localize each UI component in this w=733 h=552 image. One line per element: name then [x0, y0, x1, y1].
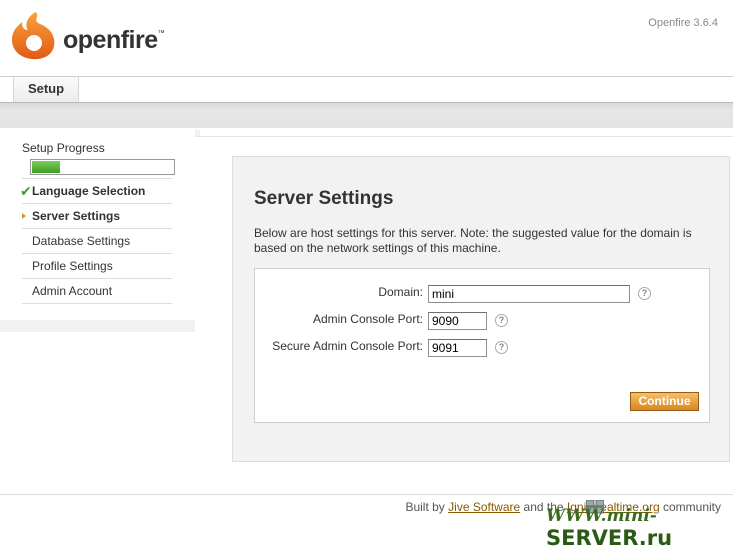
sidebar-item-label: Language Selection	[32, 184, 146, 198]
watermark-suffix: SERVER.ru	[546, 526, 673, 550]
tab-bar: Setup	[0, 76, 733, 103]
admin-port-help-icon[interactable]: ?	[495, 314, 508, 327]
secure-port-help-icon[interactable]: ?	[495, 341, 508, 354]
setup-progress-fill	[32, 161, 60, 173]
page-title: Server Settings	[254, 188, 394, 209]
sidebar-divider	[22, 303, 172, 304]
jive-software-link[interactable]: Jive Software	[448, 500, 520, 514]
header: openfire™ Openfire 3.6.4	[0, 0, 733, 76]
domain-input[interactable]	[428, 285, 630, 303]
footer-built-by: Built by	[405, 500, 445, 514]
sidebar-item-server-settings: Server Settings	[22, 204, 172, 228]
settings-form: Domain: ? Admin Console Port: ? Secure A…	[254, 268, 710, 423]
setup-progress-bar	[30, 159, 175, 175]
secure-port-label: Secure Admin Console Port:	[272, 339, 423, 353]
domain-label: Domain:	[378, 285, 423, 299]
sidebar-item-language-selection: ✔ Language Selection	[20, 179, 172, 203]
sub-tab-bar	[0, 102, 733, 128]
version-label: Openfire 3.6.4	[648, 17, 718, 29]
domain-help-icon[interactable]: ?	[638, 287, 651, 300]
setup-progress-title: Setup Progress	[22, 141, 105, 155]
sidebar-item-admin-account: Admin Account	[22, 279, 172, 303]
logo-wordmark: openfire™	[63, 26, 165, 54]
server-settings-panel: Server Settings Below are host settings …	[232, 156, 730, 462]
sidebar-item-label: Database Settings	[32, 234, 131, 248]
admin-port-label: Admin Console Port:	[312, 312, 423, 326]
admin-port-input[interactable]	[428, 312, 487, 330]
footer-divider	[0, 494, 733, 495]
tab-setup[interactable]: Setup	[13, 77, 79, 103]
sidebar-item-profile-settings: Profile Settings	[22, 254, 172, 278]
continue-button[interactable]: Continue	[630, 392, 699, 411]
sidebar-item-label: Server Settings	[32, 209, 121, 223]
watermark: WWW.mini-SERVER.ru	[546, 506, 733, 550]
sidebar: Setup Progress ✔ Language Selection Serv…	[0, 130, 200, 332]
watermark-prefix: WWW.mini-	[546, 506, 657, 526]
openfire-logo-icon	[12, 12, 55, 60]
current-step-arrow-icon	[22, 213, 26, 219]
sidebar-panel: Setup Progress ✔ Language Selection Serv…	[0, 130, 195, 320]
secure-port-input[interactable]	[428, 339, 487, 357]
page-description: Below are host settings for this server.…	[254, 226, 692, 255]
sidebar-item-label: Profile Settings	[32, 259, 113, 273]
sidebar-item-database-settings: Database Settings	[22, 229, 172, 253]
checkmark-icon: ✔	[20, 183, 32, 199]
sidebar-item-label: Admin Account	[32, 284, 113, 298]
